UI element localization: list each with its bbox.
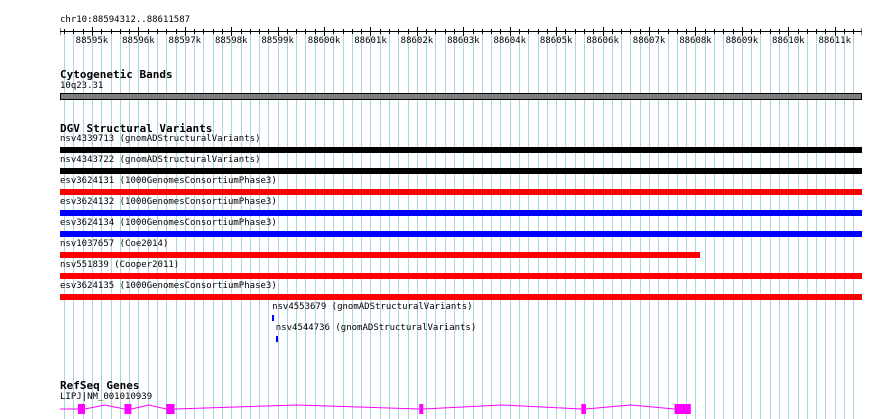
dgv-feature-bar[interactable] (272, 315, 275, 321)
dgv-feature-bar[interactable] (60, 189, 862, 195)
refseq-gene-model[interactable] (60, 400, 862, 419)
ruler-tick-label: 88609k (725, 36, 759, 46)
exon-block (581, 404, 586, 414)
ruler-tick-label: 88599k (261, 36, 294, 46)
ruler-tick-label: 88604k (493, 36, 527, 46)
exon-block (78, 404, 85, 414)
ruler-tick-label: 88597k (168, 36, 202, 46)
ruler-tick-label: 88600k (307, 36, 341, 46)
intron-line (174, 404, 420, 410)
ruler-tick-label: 88598k (214, 36, 248, 46)
ruler-tick-label: 88611k (818, 36, 851, 46)
intron-line (131, 404, 167, 410)
dgv-feature-bar[interactable] (60, 231, 862, 237)
exon-block (419, 404, 424, 414)
dgv-feature-bar[interactable] (60, 294, 862, 300)
dgv-feature-label: nsv4544736 (gnomADStructuralVariants) (275, 323, 477, 333)
cytoband-label: 10q23.31 (60, 81, 104, 91)
intron-line (422, 404, 582, 410)
dgv-feature-label: esv3624132 (1000GenomesConsortiumPhase3) (60, 197, 277, 207)
dgv-feature-label: nsv4339713 (gnomADStructuralVariants) (60, 134, 261, 144)
cytoband-bar[interactable] (60, 93, 862, 100)
ruler-tick-label: 88606k (586, 36, 619, 46)
ruler-tick-label: 88596k (122, 36, 155, 46)
ruler-tick-label: 88607k (632, 36, 666, 46)
dgv-feature-bar[interactable] (60, 210, 862, 216)
ruler-tick-label: 88602k (400, 36, 434, 46)
intron-line (84, 404, 125, 410)
ruler-tick-label: 88595k (75, 36, 109, 46)
ruler-tick-label: 88601k (354, 36, 387, 46)
intron-line (585, 404, 675, 410)
dgv-feature-label: nsv4343722 (gnomADStructuralVariants) (60, 155, 261, 165)
exon-block (166, 404, 175, 414)
dgv-feature-bar[interactable] (60, 168, 862, 174)
ruler-tick-label: 88603k (447, 36, 480, 46)
dgv-feature-label: nsv4553679 (gnomADStructuralVariants) (272, 302, 473, 312)
dgv-feature-bar[interactable] (275, 336, 278, 342)
ruler-tick-label: 88605k (539, 36, 573, 46)
dgv-feature-label: esv3624131 (1000GenomesConsortiumPhase3) (60, 176, 277, 186)
dgv-feature-label: nsv1037657 (Coe2014) (60, 239, 169, 249)
ruler-tick-label: 88610k (772, 36, 805, 46)
exon-block (124, 404, 132, 414)
dgv-feature-bar[interactable] (60, 273, 862, 279)
dgv-feature-label: nsv551839 (Cooper2011) (60, 260, 180, 270)
ruler-tick-label: 88608k (679, 36, 712, 46)
cytoband-track-title: Cytogenetic Bands (60, 68, 173, 81)
dgv-feature-bar[interactable] (60, 147, 862, 153)
dgv-feature-label: esv3624134 (1000GenomesConsortiumPhase3) (60, 218, 277, 228)
refseq-track-title: RefSeq Genes (60, 379, 140, 392)
dgv-feature-bar[interactable] (60, 252, 701, 258)
exon-block (674, 404, 691, 414)
dgv-feature-label: esv3624135 (1000GenomesConsortiumPhase3) (60, 281, 277, 291)
